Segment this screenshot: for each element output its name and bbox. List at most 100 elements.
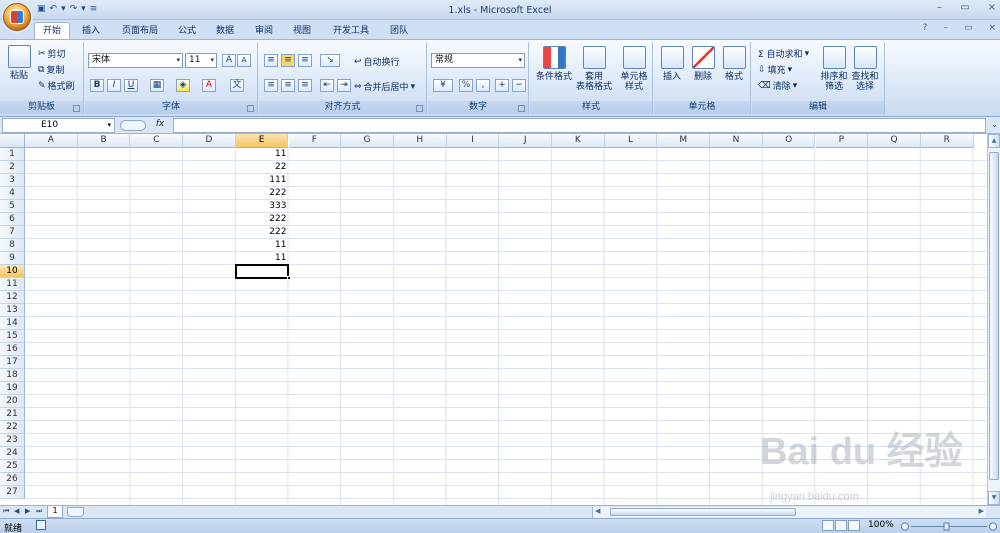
clipboard-launcher-icon[interactable] xyxy=(73,105,80,112)
ribbon-minimize-icon[interactable]: – xyxy=(943,23,948,33)
tab-insert[interactable]: 插入 xyxy=(73,22,109,39)
column-header-k[interactable]: K xyxy=(552,134,605,148)
clear-button[interactable]: ⌫ 清除 ▾ xyxy=(758,79,797,93)
column-header-j[interactable]: J xyxy=(499,134,552,148)
currency-icon[interactable]: ¥ xyxy=(433,79,453,92)
row-header-26[interactable]: 26 xyxy=(0,473,25,486)
shrink-font-icon[interactable]: A xyxy=(237,54,251,67)
insert-sheet-icon[interactable] xyxy=(67,507,84,517)
column-header-p[interactable]: P xyxy=(815,134,869,148)
restore-button[interactable]: ▭ xyxy=(960,2,969,13)
row-header-25[interactable]: 25 xyxy=(0,460,25,473)
column-header-m[interactable]: M xyxy=(657,134,711,148)
row-header-16[interactable]: 16 xyxy=(0,343,25,356)
column-header-i[interactable]: I xyxy=(446,134,500,148)
column-header-b[interactable]: B xyxy=(77,134,131,148)
top-align-icon[interactable]: ≡ xyxy=(264,54,278,67)
paste-button[interactable]: 粘贴 xyxy=(5,45,33,81)
row-header-27[interactable]: 27 xyxy=(0,486,25,499)
tab-team[interactable]: 团队 xyxy=(381,22,417,39)
scroll-right-icon[interactable]: ▶ xyxy=(979,507,984,515)
vertical-scrollbar[interactable]: ▲ ▼ xyxy=(987,134,1000,505)
column-header-q[interactable]: Q xyxy=(868,134,921,148)
scroll-left-icon[interactable]: ◀ xyxy=(595,507,600,515)
grow-font-icon[interactable]: A xyxy=(222,54,236,67)
row-header-24[interactable]: 24 xyxy=(0,447,25,460)
bottom-align-icon[interactable]: ≡ xyxy=(298,54,312,67)
tab-formulas[interactable]: 公式 xyxy=(169,22,205,39)
italic-icon[interactable]: I xyxy=(107,79,121,92)
row-header-5[interactable]: 5 xyxy=(0,200,25,213)
cell-e6[interactable]: 222 xyxy=(236,213,289,226)
column-header-a[interactable]: A xyxy=(25,134,78,148)
cell-e2[interactable]: 22 xyxy=(236,161,289,174)
decrease-decimal-icon[interactable]: − xyxy=(512,79,526,92)
scroll-down-icon[interactable]: ▼ xyxy=(988,491,1000,505)
row-header-14[interactable]: 14 xyxy=(0,317,25,330)
column-header-n[interactable]: N xyxy=(710,134,763,148)
decrease-indent-icon[interactable]: ⇤ xyxy=(320,79,334,92)
tab-home[interactable]: 开始 xyxy=(34,22,71,39)
middle-align-icon[interactable]: ≡ xyxy=(281,54,295,67)
expand-formula-bar-icon[interactable]: ⌄ xyxy=(991,120,998,129)
ribbon-close-icon[interactable]: × xyxy=(988,23,996,33)
number-launcher-icon[interactable] xyxy=(518,105,525,112)
copy-button[interactable]: ⧉ 复制 xyxy=(38,63,64,77)
row-header-2[interactable]: 2 xyxy=(0,161,25,174)
row-header-6[interactable]: 6 xyxy=(0,213,25,226)
find-select-button[interactable]: 查找和 选择 xyxy=(849,46,881,92)
number-format-select[interactable]: 常规 ▾ xyxy=(431,53,525,68)
alignment-launcher-icon[interactable] xyxy=(416,105,423,112)
row-header-19[interactable]: 19 xyxy=(0,382,25,395)
font-color-icon[interactable]: A xyxy=(202,79,216,92)
zoom-slider[interactable] xyxy=(901,522,997,531)
column-header-l[interactable]: L xyxy=(604,134,658,148)
cell-styles-button[interactable]: 单元格 样式 xyxy=(616,46,652,92)
fill-handle[interactable] xyxy=(286,276,291,280)
align-right-icon[interactable]: ≡ xyxy=(298,79,312,92)
formula-input[interactable] xyxy=(173,118,986,133)
previous-sheet-icon[interactable]: ◀ xyxy=(14,507,19,515)
page-break-view-icon[interactable] xyxy=(848,520,860,531)
row-header-8[interactable]: 8 xyxy=(0,239,25,252)
percent-icon[interactable]: % xyxy=(459,79,473,92)
macro-recording-icon[interactable] xyxy=(36,520,46,530)
column-header-f[interactable]: F xyxy=(288,134,342,148)
wrap-text-button[interactable]: ↩ 自动换行 xyxy=(354,55,400,69)
cell-e4[interactable]: 222 xyxy=(236,187,289,200)
next-sheet-icon[interactable]: ▶ xyxy=(25,507,30,515)
tab-page-layout[interactable]: 页面布局 xyxy=(113,22,167,39)
orientation-icon[interactable]: ↘ xyxy=(320,54,340,67)
office-button[interactable] xyxy=(3,3,31,31)
row-header-10[interactable]: 10 xyxy=(0,265,25,278)
format-as-table-button[interactable]: 套用 表格格式 xyxy=(572,46,616,92)
column-header-o[interactable]: O xyxy=(762,134,816,148)
increase-decimal-icon[interactable]: + xyxy=(495,79,509,92)
normal-view-icon[interactable] xyxy=(822,520,834,531)
close-button[interactable]: × xyxy=(988,2,996,13)
row-header-12[interactable]: 12 xyxy=(0,291,25,304)
row-header-11[interactable]: 11 xyxy=(0,278,25,291)
row-header-18[interactable]: 18 xyxy=(0,369,25,382)
row-header-4[interactable]: 4 xyxy=(0,187,25,200)
zoom-level[interactable]: 100% xyxy=(868,520,894,530)
autosum-button[interactable]: Σ 自动求和 ▾ xyxy=(758,47,809,61)
increase-indent-icon[interactable]: ⇥ xyxy=(337,79,351,92)
conditional-format-button[interactable]: 条件格式 xyxy=(533,46,575,82)
insert-cells-button[interactable]: 插入 xyxy=(658,46,686,82)
vertical-scroll-thumb[interactable] xyxy=(989,152,999,480)
cell-e8[interactable]: 11 xyxy=(236,239,289,252)
phonetic-icon[interactable]: 文 xyxy=(230,79,244,92)
cell-e3[interactable]: 111 xyxy=(236,174,289,187)
ribbon-restore-icon[interactable]: ▭ xyxy=(964,23,973,33)
tab-data[interactable]: 数据 xyxy=(207,22,243,39)
cell-e7[interactable]: 222 xyxy=(236,226,289,239)
column-header-e[interactable]: E xyxy=(235,134,289,148)
merge-center-button[interactable]: ⇔ 合并后居中 ▾ xyxy=(354,80,415,94)
horizontal-scroll-thumb[interactable] xyxy=(610,508,796,516)
delete-cells-button[interactable]: 删除 xyxy=(689,46,717,82)
align-center-icon[interactable]: ≡ xyxy=(281,79,295,92)
font-size-select[interactable]: 11 ▾ xyxy=(185,53,217,68)
fill-button[interactable]: ⇩ 填充 ▾ xyxy=(758,63,792,77)
border-icon[interactable]: ▦ xyxy=(150,79,164,92)
